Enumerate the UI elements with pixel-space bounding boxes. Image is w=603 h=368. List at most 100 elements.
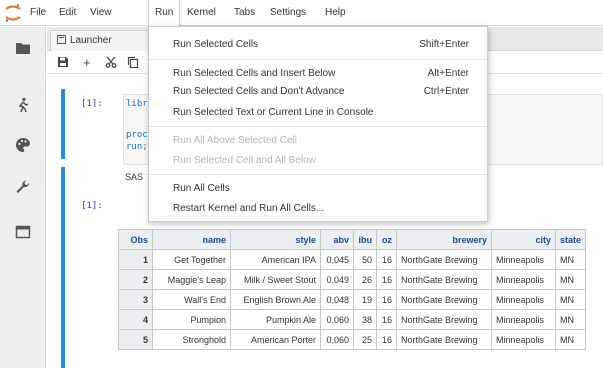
shortcut-label: Shift+Enter	[419, 39, 469, 50]
cell-name: Pumpion	[152, 309, 231, 330]
cell-obs: 2	[118, 269, 153, 290]
code-line-1: libr	[126, 99, 148, 109]
col-name: name	[152, 229, 231, 250]
running-icon[interactable]	[15, 97, 31, 113]
cell-ibu: 38	[353, 309, 377, 330]
run-menu-dropdown: Run Selected Cells Shift+Enter Run Selec…	[148, 26, 488, 222]
col-style: style	[230, 229, 321, 250]
add-cell-icon[interactable]: +	[83, 55, 91, 70]
cell-state: MN	[554, 289, 587, 310]
menu-tabs[interactable]: Tabs	[234, 7, 255, 18]
cell-brewery: NorthGate Brewing	[396, 269, 492, 290]
cell-obs: 1	[118, 249, 153, 270]
cell-state: MN	[554, 249, 587, 270]
cell-obs: 4	[118, 309, 153, 330]
table-row: 4 Pumpion Pumpkin Ale 0.060 38 16 NorthG…	[118, 309, 587, 330]
cell-1-prompt: [1]:	[81, 99, 103, 109]
col-obs: Obs	[118, 229, 153, 250]
output-text: SAS	[125, 172, 144, 182]
cell-name: Get Together	[152, 249, 231, 270]
cell-name: Stronghold	[152, 329, 231, 350]
menu-separator	[149, 174, 487, 175]
cell-brewery: NorthGate Brewing	[396, 329, 492, 350]
folder-icon[interactable]	[15, 40, 31, 56]
cell-city: Minneapolis	[491, 289, 556, 310]
cell-name: Wall's End	[152, 289, 231, 310]
menu-item-run-dont-advance[interactable]: Run Selected Cells and Don't Advance Ctr…	[149, 83, 487, 101]
menu-file[interactable]: File	[30, 7, 46, 18]
cell-obs: 5	[118, 329, 153, 350]
code-line-2: proc	[126, 130, 148, 140]
col-oz: oz	[376, 229, 397, 250]
col-state: state	[554, 229, 587, 250]
cell-abv: 0.048	[320, 289, 354, 310]
cell-style: American IPA	[230, 249, 321, 270]
menu-item-run-all-cells[interactable]: Run All Cells	[149, 180, 487, 198]
cell-city: Minneapolis	[491, 269, 556, 290]
jupyter-logo-icon[interactable]	[4, 3, 22, 23]
cell-city: Minneapolis	[491, 309, 556, 330]
menu-help[interactable]: Help	[325, 7, 346, 18]
cell-oz: 16	[376, 289, 397, 310]
cell-style: American Porter	[230, 329, 321, 350]
table-row: 2 Maggie's Leap Milk / Sweet Stout 0.049…	[118, 269, 587, 290]
cell-oz: 16	[376, 329, 397, 350]
col-ibu: ibu	[353, 229, 377, 250]
cell-oz: 16	[376, 249, 397, 270]
cell-brewery: NorthGate Brewing	[396, 309, 492, 330]
cut-icon[interactable]	[105, 56, 117, 68]
cell-ibu: 19	[353, 289, 377, 310]
cell-abv: 0.045	[320, 249, 354, 270]
cell-style: Pumpkin Ale	[230, 309, 321, 330]
col-city: city	[491, 229, 556, 250]
col-brewery: brewery	[396, 229, 492, 250]
menu-kernel[interactable]: Kernel	[187, 7, 216, 18]
cell-ibu: 25	[353, 329, 377, 350]
output-selection-bar	[61, 167, 65, 368]
cell-obs: 3	[118, 289, 153, 310]
menu-view[interactable]: View	[90, 7, 112, 18]
cell-ibu: 50	[353, 249, 377, 270]
cell-state: MN	[554, 309, 587, 330]
menu-item-run-all-below: Run Selected Cell and All Below	[173, 155, 316, 166]
save-icon[interactable]	[57, 56, 69, 68]
cell-style: Milk / Sweet Stout	[230, 269, 321, 290]
sas-results-table: Obs name style abv ibu oz brewery city s…	[118, 229, 587, 350]
menu-item-run-in-console[interactable]: Run Selected Text or Current Line in Con…	[149, 104, 487, 122]
cell-city: Minneapolis	[491, 329, 556, 350]
menu-item-run-all-above: Run All Above Selected Cell	[173, 135, 297, 146]
table-row: 3 Wall's End English Brown Ale 0.048 19 …	[118, 289, 587, 310]
menu-item-run-selected-cells[interactable]: Run Selected Cells Shift+Enter	[149, 36, 487, 54]
cell-selection-bar	[61, 89, 65, 159]
code-line-3: run;	[126, 142, 148, 152]
cell-abv: 0.060	[320, 329, 354, 350]
palette-icon[interactable]	[15, 137, 31, 153]
menu-settings[interactable]: Settings	[270, 7, 306, 18]
cell-brewery: NorthGate Brewing	[396, 289, 492, 310]
table-row: 5 Stronghold American Porter 0.060 25 16…	[118, 329, 587, 350]
tabs-icon[interactable]	[15, 224, 31, 240]
cell-abv: 0.060	[320, 309, 354, 330]
menu-separator	[149, 59, 487, 60]
copy-icon[interactable]	[127, 56, 139, 68]
wrench-icon[interactable]	[15, 179, 31, 195]
cell-name: Maggie's Leap	[152, 269, 231, 290]
cell-oz: 16	[376, 309, 397, 330]
cell-2-prompt: [1]:	[81, 201, 103, 211]
menu-run[interactable]: Run	[148, 0, 181, 26]
table-header-row: Obs name style abv ibu oz brewery city s…	[118, 229, 587, 250]
cell-state: MN	[554, 329, 587, 350]
col-abv: abv	[320, 229, 354, 250]
cell-brewery: NorthGate Brewing	[396, 249, 492, 270]
cell-city: Minneapolis	[491, 249, 556, 270]
cell-abv: 0.049	[320, 269, 354, 290]
cell-ibu: 26	[353, 269, 377, 290]
menu-item-run-and-insert-below[interactable]: Run Selected Cells and Insert Below Alt+…	[149, 65, 487, 83]
menu-item-restart-and-run-all[interactable]: Restart Kernel and Run All Cells...	[149, 200, 487, 218]
cell-style: English Brown Ale	[230, 289, 321, 310]
cell-state: MN	[554, 269, 587, 290]
launcher-icon	[57, 35, 66, 44]
shortcut-label: Alt+Enter	[427, 68, 469, 79]
menu-edit[interactable]: Edit	[59, 7, 76, 18]
tab-launcher[interactable]: Launcher	[50, 30, 150, 51]
